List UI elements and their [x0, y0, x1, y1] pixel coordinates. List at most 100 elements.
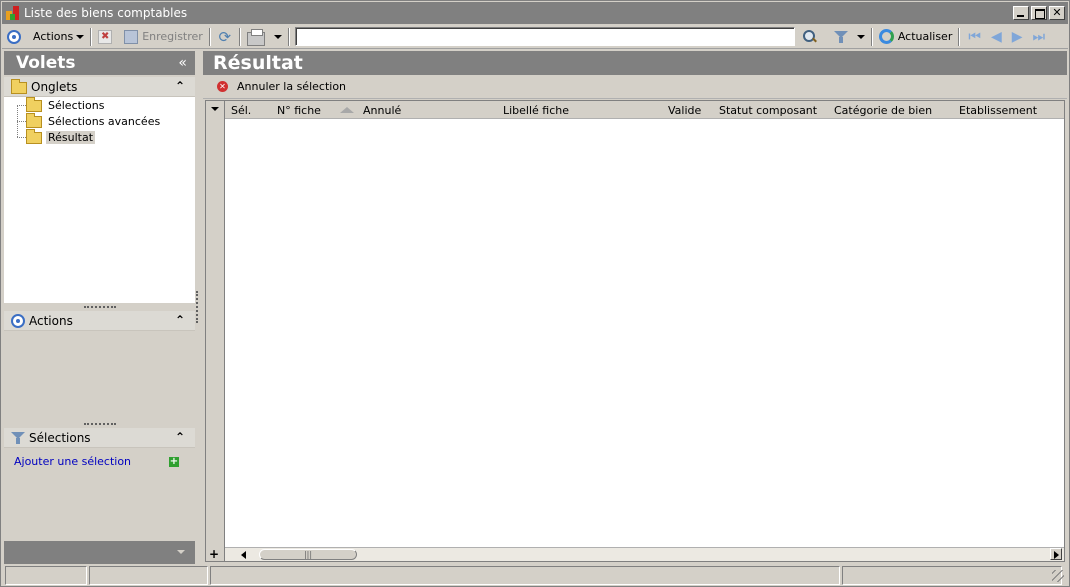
print-dropdown-button[interactable] — [268, 27, 285, 47]
status-bar — [2, 566, 1068, 585]
toolbar-separator — [238, 27, 241, 46]
next-record-icon[interactable]: ▶ — [1012, 29, 1023, 45]
toolbar-separator — [90, 27, 93, 46]
chevron-down-icon — [856, 34, 865, 39]
cancel-selection-button[interactable]: Annuler la sélection — [237, 80, 346, 93]
horizontal-splitter[interactable] — [4, 303, 195, 311]
actions-title: Actions — [29, 313, 73, 328]
save-button[interactable]: Enregistrer — [121, 27, 206, 47]
result-title: Résultat — [213, 52, 303, 74]
tree-item-selections[interactable]: Sélections — [26, 96, 106, 113]
column-header-numero-fiche[interactable]: N° fiche — [277, 104, 321, 117]
column-header-etablissement[interactable]: Etablissement — [959, 104, 1037, 117]
toolbar-separator — [870, 27, 873, 46]
filter-button[interactable] — [821, 27, 851, 47]
row-header-column — [206, 101, 225, 561]
tree-item-selections-avancees[interactable]: Sélections avancées — [26, 112, 162, 129]
tree-line — [17, 105, 26, 106]
main-window: Liste des biens comptables ✕ Actions ✖ E… — [0, 0, 1070, 587]
first-record-icon[interactable]: ⏮ — [968, 29, 981, 45]
horizontal-scrollbar[interactable]: + ||| — [209, 547, 1064, 561]
tree-line — [17, 121, 26, 122]
search-input[interactable] — [294, 27, 795, 46]
sync-icon: ⟳ — [218, 27, 232, 46]
sync-button[interactable]: ⟳ — [214, 27, 236, 47]
collapse-left-icon[interactable]: « — [178, 55, 187, 71]
minimize-button[interactable] — [1013, 6, 1029, 20]
result-header: Résultat — [203, 51, 1067, 75]
toolbar-separator — [958, 27, 961, 46]
chevron-down-icon — [177, 550, 185, 554]
collapse-up-icon[interactable]: ⌃ — [175, 313, 185, 327]
chevron-down-icon — [76, 34, 85, 39]
column-header-annule[interactable]: Annulé — [363, 104, 401, 117]
open-folder-icon — [26, 128, 42, 144]
right-pane: Résultat ✕ Annuler la sélection Sél. N° … — [203, 51, 1067, 564]
actions-ring-icon — [11, 313, 25, 328]
left-bottom-bar[interactable] — [4, 541, 195, 564]
tree-line — [17, 137, 26, 138]
toolbar-separator — [287, 27, 290, 46]
scroll-thumb[interactable]: ||| — [259, 549, 357, 560]
scroll-left-icon[interactable] — [241, 551, 246, 559]
main-toolbar: Actions ✖ Enregistrer ⟳ Actualiser ⏮ ◀ ▶… — [2, 25, 1068, 49]
save-icon — [124, 29, 139, 44]
onglets-tree: Sélections Sélections avancées Résultat — [4, 96, 195, 303]
left-pane: Volets « Onglets ⌃ Sélections Sélections… — [4, 51, 195, 564]
actions-menu-label: Actions — [33, 30, 74, 43]
folder-icon — [26, 112, 42, 128]
status-cell — [210, 566, 840, 585]
resize-grip-icon[interactable] — [1052, 570, 1064, 582]
add-selection-link[interactable]: Ajouter une sélection — [14, 455, 131, 468]
column-header-categorie-de-bien[interactable]: Catégorie de bien — [834, 104, 932, 117]
title-bar: Liste des biens comptables ✕ — [2, 2, 1068, 24]
results-grid[interactable]: Sél. N° fiche Annulé Libellé fiche Valid… — [205, 100, 1065, 562]
actions-group-header[interactable]: Actions ⌃ — [4, 311, 195, 331]
previous-record-icon[interactable]: ◀ — [991, 29, 1002, 45]
actions-panel — [4, 331, 195, 420]
print-button[interactable] — [244, 28, 268, 49]
volets-title: Volets — [16, 53, 76, 73]
app-chart-icon — [5, 5, 21, 21]
add-icon[interactable]: + — [169, 457, 179, 467]
selections-group-header[interactable]: Sélections ⌃ — [4, 428, 195, 448]
printer-icon — [246, 28, 265, 46]
column-header-libelle-fiche[interactable]: Libellé fiche — [503, 104, 569, 117]
tree-item-resultat[interactable]: Résultat — [26, 128, 96, 145]
delete-button[interactable]: ✖ — [95, 27, 115, 47]
folder-icon — [11, 79, 27, 94]
chevron-down-icon[interactable] — [211, 107, 219, 111]
collapse-up-icon[interactable]: ⌃ — [175, 79, 185, 93]
chevron-down-icon — [273, 34, 282, 39]
last-record-icon[interactable]: ⏭ — [1033, 29, 1046, 45]
horizontal-splitter[interactable] — [4, 420, 195, 428]
actions-ring-icon — [7, 29, 21, 44]
status-cell — [5, 566, 87, 585]
scroll-right-button[interactable] — [1050, 548, 1062, 560]
search-icon — [802, 29, 818, 45]
maximize-button[interactable] — [1031, 6, 1047, 20]
refresh-button[interactable]: Actualiser — [876, 27, 956, 47]
toolbar-separator — [208, 27, 211, 46]
collapse-up-icon[interactable]: ⌃ — [175, 430, 185, 444]
column-header-valide[interactable]: Valide — [668, 104, 701, 117]
vertical-splitter[interactable] — [196, 291, 199, 323]
column-header-statut-composant[interactable]: Statut composant — [719, 104, 817, 117]
status-cell — [89, 566, 208, 585]
actions-ring-button[interactable] — [2, 27, 24, 47]
column-header-sel[interactable]: Sél. — [231, 104, 251, 117]
folder-icon — [26, 96, 42, 112]
actions-menu-button[interactable]: Actions — [30, 27, 87, 47]
delete-icon: ✖ — [98, 29, 113, 44]
tree-item-label: Sélections avancées — [48, 115, 161, 128]
expand-plus-icon[interactable]: + — [209, 547, 219, 561]
onglets-group-header[interactable]: Onglets ⌃ — [4, 77, 195, 97]
search-button[interactable] — [795, 27, 821, 47]
tree-item-label: Sélections — [48, 99, 105, 112]
refresh-label: Actualiser — [897, 30, 953, 43]
filter-icon — [833, 30, 848, 44]
sort-ascending-icon — [340, 107, 354, 113]
grid-toolbar: ✕ Annuler la sélection — [203, 75, 1067, 99]
close-button[interactable]: ✕ — [1049, 6, 1065, 20]
filter-dropdown-button[interactable] — [851, 27, 868, 47]
